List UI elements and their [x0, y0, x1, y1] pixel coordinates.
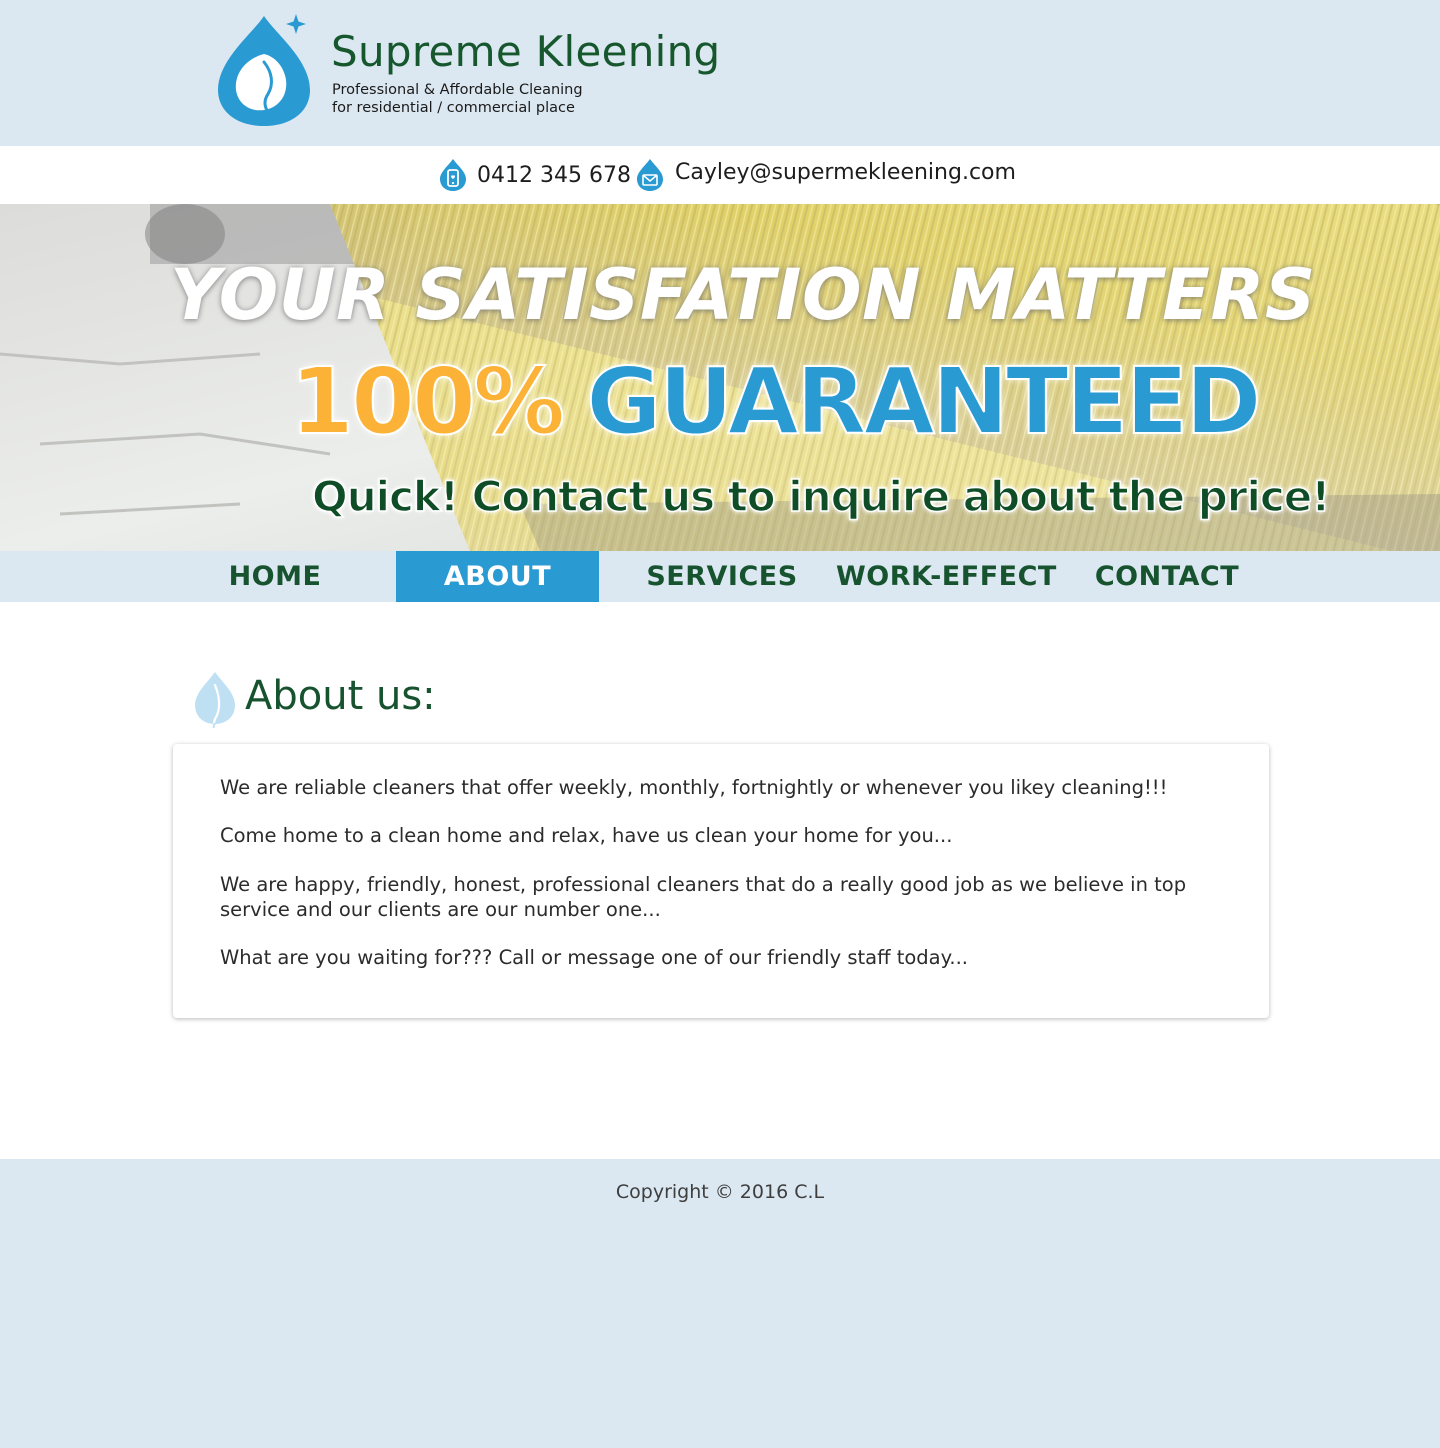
- page-title: About us:: [245, 673, 436, 719]
- phone-drop-icon: [440, 159, 466, 191]
- brand-name[interactable]: Supreme Kleening: [331, 26, 721, 78]
- mail-drop-icon: [637, 159, 663, 191]
- hero-banner: YOUR SATISFATION MATTERS 100% GUARANTEED …: [0, 204, 1440, 551]
- hero-headline: YOUR SATISFATION MATTERS: [170, 254, 1316, 336]
- copyright-text: Copyright © 2016 C.L: [615, 1181, 825, 1203]
- nav-item-home[interactable]: HOME: [174, 551, 376, 602]
- tagline-line-2: for residential / commercial place: [332, 100, 575, 116]
- hero-guarantee-word: GUARANTEED: [585, 347, 1262, 456]
- nav-item-work-effect[interactable]: WORK-EFFECT: [836, 551, 1056, 602]
- email-link[interactable]: Cayley@supermekleening.com: [675, 158, 1016, 188]
- about-paragraph-3: We are happy, friendly, honest, professi…: [220, 873, 1187, 921]
- hero-call-to-action: Quick! Contact us to inquire about the p…: [311, 471, 1331, 522]
- leaf-drop-icon: [195, 672, 235, 728]
- main-content: About us: We are reliable cleaners that …: [0, 602, 1440, 1159]
- hero-guarantee: 100% GUARANTEED: [289, 342, 1263, 462]
- brand-tagline: Professional & Affordable Cleaning for r…: [332, 81, 583, 117]
- phone-number-link[interactable]: 0412 345 678: [477, 161, 631, 191]
- nav-item-services[interactable]: SERVICES: [620, 551, 824, 602]
- nav-item-about[interactable]: ABOUT: [396, 551, 599, 602]
- about-paragraph-4: What are you waiting for??? Call or mess…: [220, 946, 968, 969]
- main-navigation: HOME ABOUT SERVICES WORK-EFFECT CONTACT: [0, 551, 1440, 602]
- nav-item-contact[interactable]: CONTACT: [1066, 551, 1268, 602]
- about-card: We are reliable cleaners that offer week…: [173, 744, 1269, 1018]
- tagline-line-1: Professional & Affordable Cleaning: [332, 82, 583, 98]
- contact-bar: 0412 345 678 Cayley@supermekleening.com: [0, 146, 1440, 204]
- site-header: Supreme Kleening Professional & Affordab…: [0, 0, 1440, 146]
- site-footer: Copyright © 2016 C.L: [0, 1159, 1440, 1448]
- about-paragraph-1: We are reliable cleaners that offer week…: [220, 776, 1168, 799]
- water-drop-leaf-logo-icon[interactable]: [212, 10, 312, 128]
- about-paragraph-2: Come home to a clean home and relax, hav…: [220, 824, 953, 847]
- hero-guarantee-percent: 100%: [289, 347, 566, 456]
